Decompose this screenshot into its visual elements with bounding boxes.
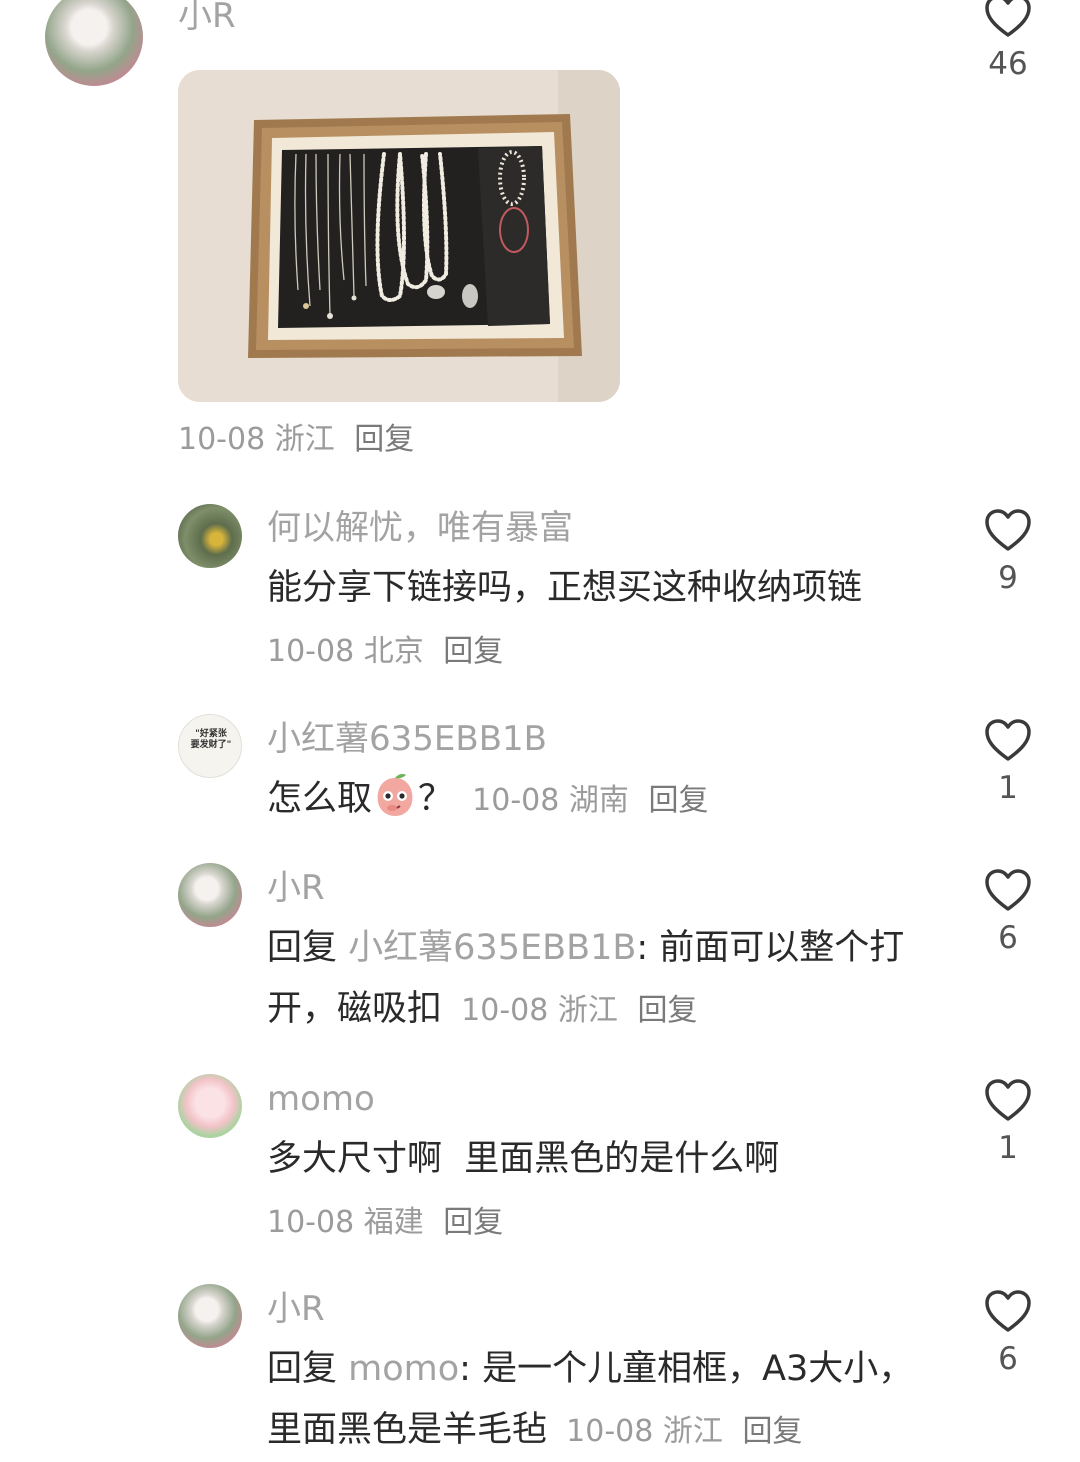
comment-meta: 10-08 福建 回复 — [267, 1205, 503, 1241]
mention-link[interactable]: momo — [348, 1349, 459, 1389]
comment-location: 湖南 — [568, 783, 629, 818]
comment-meta: 10-08 浙江 回复 — [566, 1414, 802, 1449]
comment-text: 回复 小红薯635EBB1B: 前面可以整个打开，磁吸扣 10-08 浙江 回复 — [267, 918, 927, 1041]
comment-meta: 10-08 浙江 回复 — [178, 422, 414, 458]
comment-text: 怎么取 ？ 10-08 湖南 回复 — [267, 769, 947, 831]
like-count: 9 — [998, 560, 1018, 596]
comment-text-part: ？ — [418, 779, 454, 819]
comment-text: 能分享下链接吗，正想买这种收纳项链 — [267, 568, 863, 608]
comment-date: 10-08 — [267, 634, 355, 669]
avatar-text: 要发财了" — [190, 740, 232, 750]
reply-button[interactable]: 回复 — [648, 783, 708, 818]
avatar[interactable]: "好紧张 要发财了" — [178, 714, 242, 778]
like-button[interactable]: 1 — [978, 1078, 1038, 1166]
like-count: 6 — [998, 1341, 1018, 1377]
comment-meta: 10-08 湖南 回复 — [472, 783, 708, 818]
username[interactable]: 小R — [267, 868, 325, 908]
avatar[interactable] — [45, 0, 143, 86]
heart-icon — [985, 509, 1031, 551]
heart-icon — [985, 869, 1031, 911]
like-button[interactable]: 46 — [978, 0, 1038, 82]
username[interactable]: momo — [267, 1079, 375, 1119]
like-button[interactable]: 6 — [978, 868, 1038, 956]
like-button[interactable]: 9 — [978, 508, 1038, 596]
like-count: 6 — [998, 920, 1018, 956]
like-count: 1 — [998, 1130, 1018, 1166]
comment-date: 10-08 — [566, 1414, 654, 1449]
avatar[interactable] — [178, 863, 242, 927]
reply-prefix: 回复 — [267, 928, 338, 968]
comment-location: 浙江 — [274, 422, 335, 457]
comment-text: 回复 momo: 是一个儿童相框，A3大小，里面黑色是羊毛毡 10-08 浙江 … — [267, 1339, 927, 1462]
comment-date: 10-08 — [178, 422, 266, 457]
comment-meta: 10-08 浙江 回复 — [461, 993, 697, 1028]
like-count: 1 — [998, 770, 1018, 806]
avatar[interactable] — [178, 1284, 242, 1348]
username[interactable]: 何以解忧，唯有暴富 — [267, 508, 573, 548]
username[interactable]: 小红薯635EBB1B — [267, 719, 547, 759]
mention-link[interactable]: 小红薯635EBB1B — [348, 928, 636, 968]
reply-button[interactable]: 回复 — [443, 1205, 503, 1240]
comment-location: 浙江 — [662, 1414, 723, 1449]
heart-icon — [985, 719, 1031, 761]
reply-prefix: 回复 — [267, 1349, 338, 1389]
heart-icon — [985, 1079, 1031, 1121]
comment-text-part: 怎么取 — [267, 779, 373, 819]
reply-button[interactable]: 回复 — [742, 1414, 802, 1449]
comment-meta: 10-08 北京 回复 — [267, 634, 503, 670]
comment-date: 10-08 — [472, 783, 560, 818]
avatar-text: "好紧张 — [195, 729, 227, 739]
username[interactable]: 小R — [178, 0, 236, 36]
reply-button[interactable]: 回复 — [443, 634, 503, 669]
avatar[interactable] — [178, 1074, 242, 1138]
comment-location: 北京 — [363, 634, 424, 669]
comment-text: 多大尺寸啊 里面黑色的是什么啊 — [267, 1139, 780, 1179]
heart-icon — [985, 0, 1031, 37]
comment-date: 10-08 — [461, 993, 549, 1028]
peach-face-emoji-icon — [377, 774, 413, 816]
like-count: 46 — [988, 46, 1028, 82]
like-button[interactable]: 6 — [978, 1289, 1038, 1377]
comment-date: 10-08 — [267, 1205, 355, 1240]
comment-location: 浙江 — [557, 993, 618, 1028]
avatar[interactable] — [178, 504, 242, 568]
comment-location: 福建 — [363, 1205, 424, 1240]
reply-button[interactable]: 回复 — [637, 993, 697, 1028]
comment-image[interactable] — [178, 70, 620, 402]
username[interactable]: 小R — [267, 1289, 325, 1329]
necklace-frame-photo — [178, 70, 620, 402]
like-button[interactable]: 1 — [978, 718, 1038, 806]
reply-button[interactable]: 回复 — [354, 422, 414, 457]
heart-icon — [985, 1290, 1031, 1332]
